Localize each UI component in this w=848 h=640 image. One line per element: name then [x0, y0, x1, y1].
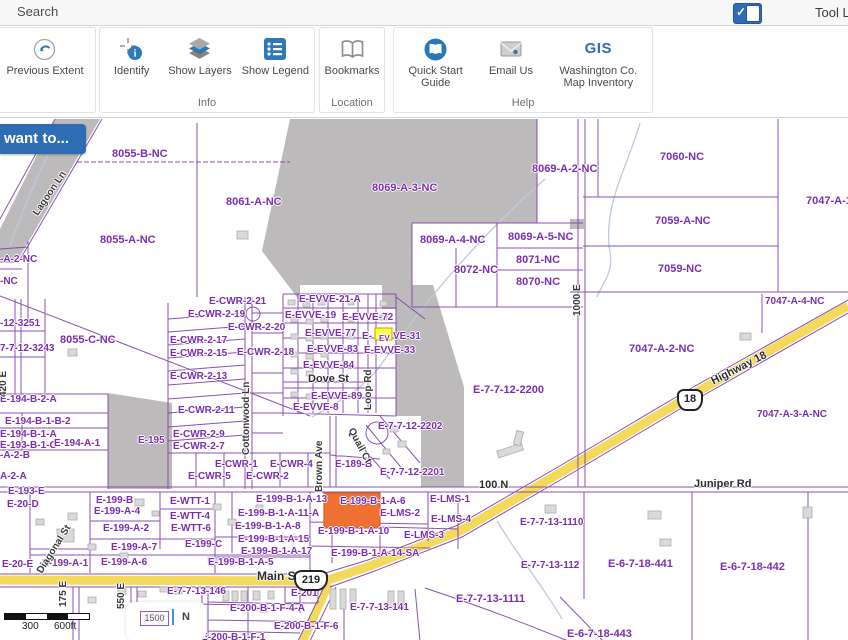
toolbar-group-navigation: Previous Extent [0, 27, 96, 113]
button-label: Show Layers [168, 65, 232, 77]
gis-map-application: Search ✓ Tool La Previous Extent [0, 0, 848, 640]
grid-tag: 1500 [140, 611, 169, 626]
map-drawing [0, 118, 848, 640]
i-want-to-button[interactable]: want to... [0, 124, 86, 154]
button-label: Show Legend [242, 65, 309, 77]
identify-button[interactable]: i Identify [101, 37, 163, 77]
scale-mid-label: 300 [22, 621, 39, 632]
selected-parcel-orange[interactable] [324, 493, 380, 528]
svg-text:i: i [134, 48, 137, 59]
route-shield-18: 18 [677, 389, 703, 411]
legend-icon [264, 37, 286, 61]
toolbar-group-label: Info [100, 97, 314, 109]
text-cursor [172, 609, 174, 625]
show-legend-button[interactable]: Show Legend [237, 37, 313, 77]
toolbar-group-location: Bookmarks Location [319, 27, 385, 113]
button-label: Email Us [489, 65, 533, 77]
scale-bar-segments [4, 613, 90, 620]
main-toolbar: Previous Extent i [0, 26, 848, 117]
scale-end-label: 600ft [54, 621, 76, 632]
button-label: Previous Extent [6, 65, 83, 77]
map-inset: 1500 N [126, 602, 206, 640]
email-us-button[interactable]: Email Us [481, 37, 541, 77]
toolbar-group-info: i Identify Show Layers [99, 27, 315, 113]
bookmarks-button[interactable]: Bookmarks [324, 37, 379, 77]
gis-icon: GIS [585, 37, 612, 61]
button-label: Washington Co. Map Inventory [548, 65, 648, 89]
email-icon [500, 37, 522, 61]
identify-icon: i [120, 37, 143, 61]
tool-labels-toggle[interactable]: ✓ [733, 3, 762, 24]
toggle-knob [746, 5, 760, 22]
checkmark-icon: ✓ [736, 5, 746, 19]
show-layers-button[interactable]: Show Layers [164, 37, 236, 77]
map-canvas[interactable]: 8055-B-NC8061-A-NC8069-A-3-NC8069-A-2-NC… [0, 117, 848, 640]
button-label: Identify [114, 65, 149, 77]
north-label: N [182, 611, 190, 623]
layers-icon [188, 37, 211, 61]
search-menu[interactable]: Search [17, 4, 58, 19]
previous-extent-button[interactable]: Previous Extent [6, 37, 83, 77]
quick-start-guide-button[interactable]: Quick Start Guide [398, 37, 474, 89]
bookmarks-icon [341, 37, 364, 61]
toolbar-group-label: Location [320, 97, 384, 109]
top-menu-bar: Search ✓ Tool La [0, 0, 848, 26]
previous-extent-icon [33, 37, 56, 61]
scale-bar: 300 600ft [4, 613, 104, 632]
toolbar-group-label: Help [394, 97, 652, 109]
quick-start-icon [424, 37, 447, 61]
route-shield-219: 219 [294, 570, 328, 591]
button-label: Quick Start Guide [398, 65, 474, 89]
map-inventory-button[interactable]: GIS Washington Co. Map Inventory [548, 37, 648, 89]
toolbar-group-help: Quick Start Guide Email Us GIS Washingto… [393, 27, 653, 113]
button-label: Bookmarks [324, 65, 379, 77]
highlighted-parcel-yellow[interactable] [375, 328, 392, 340]
tool-labels-label: Tool La [815, 5, 848, 20]
